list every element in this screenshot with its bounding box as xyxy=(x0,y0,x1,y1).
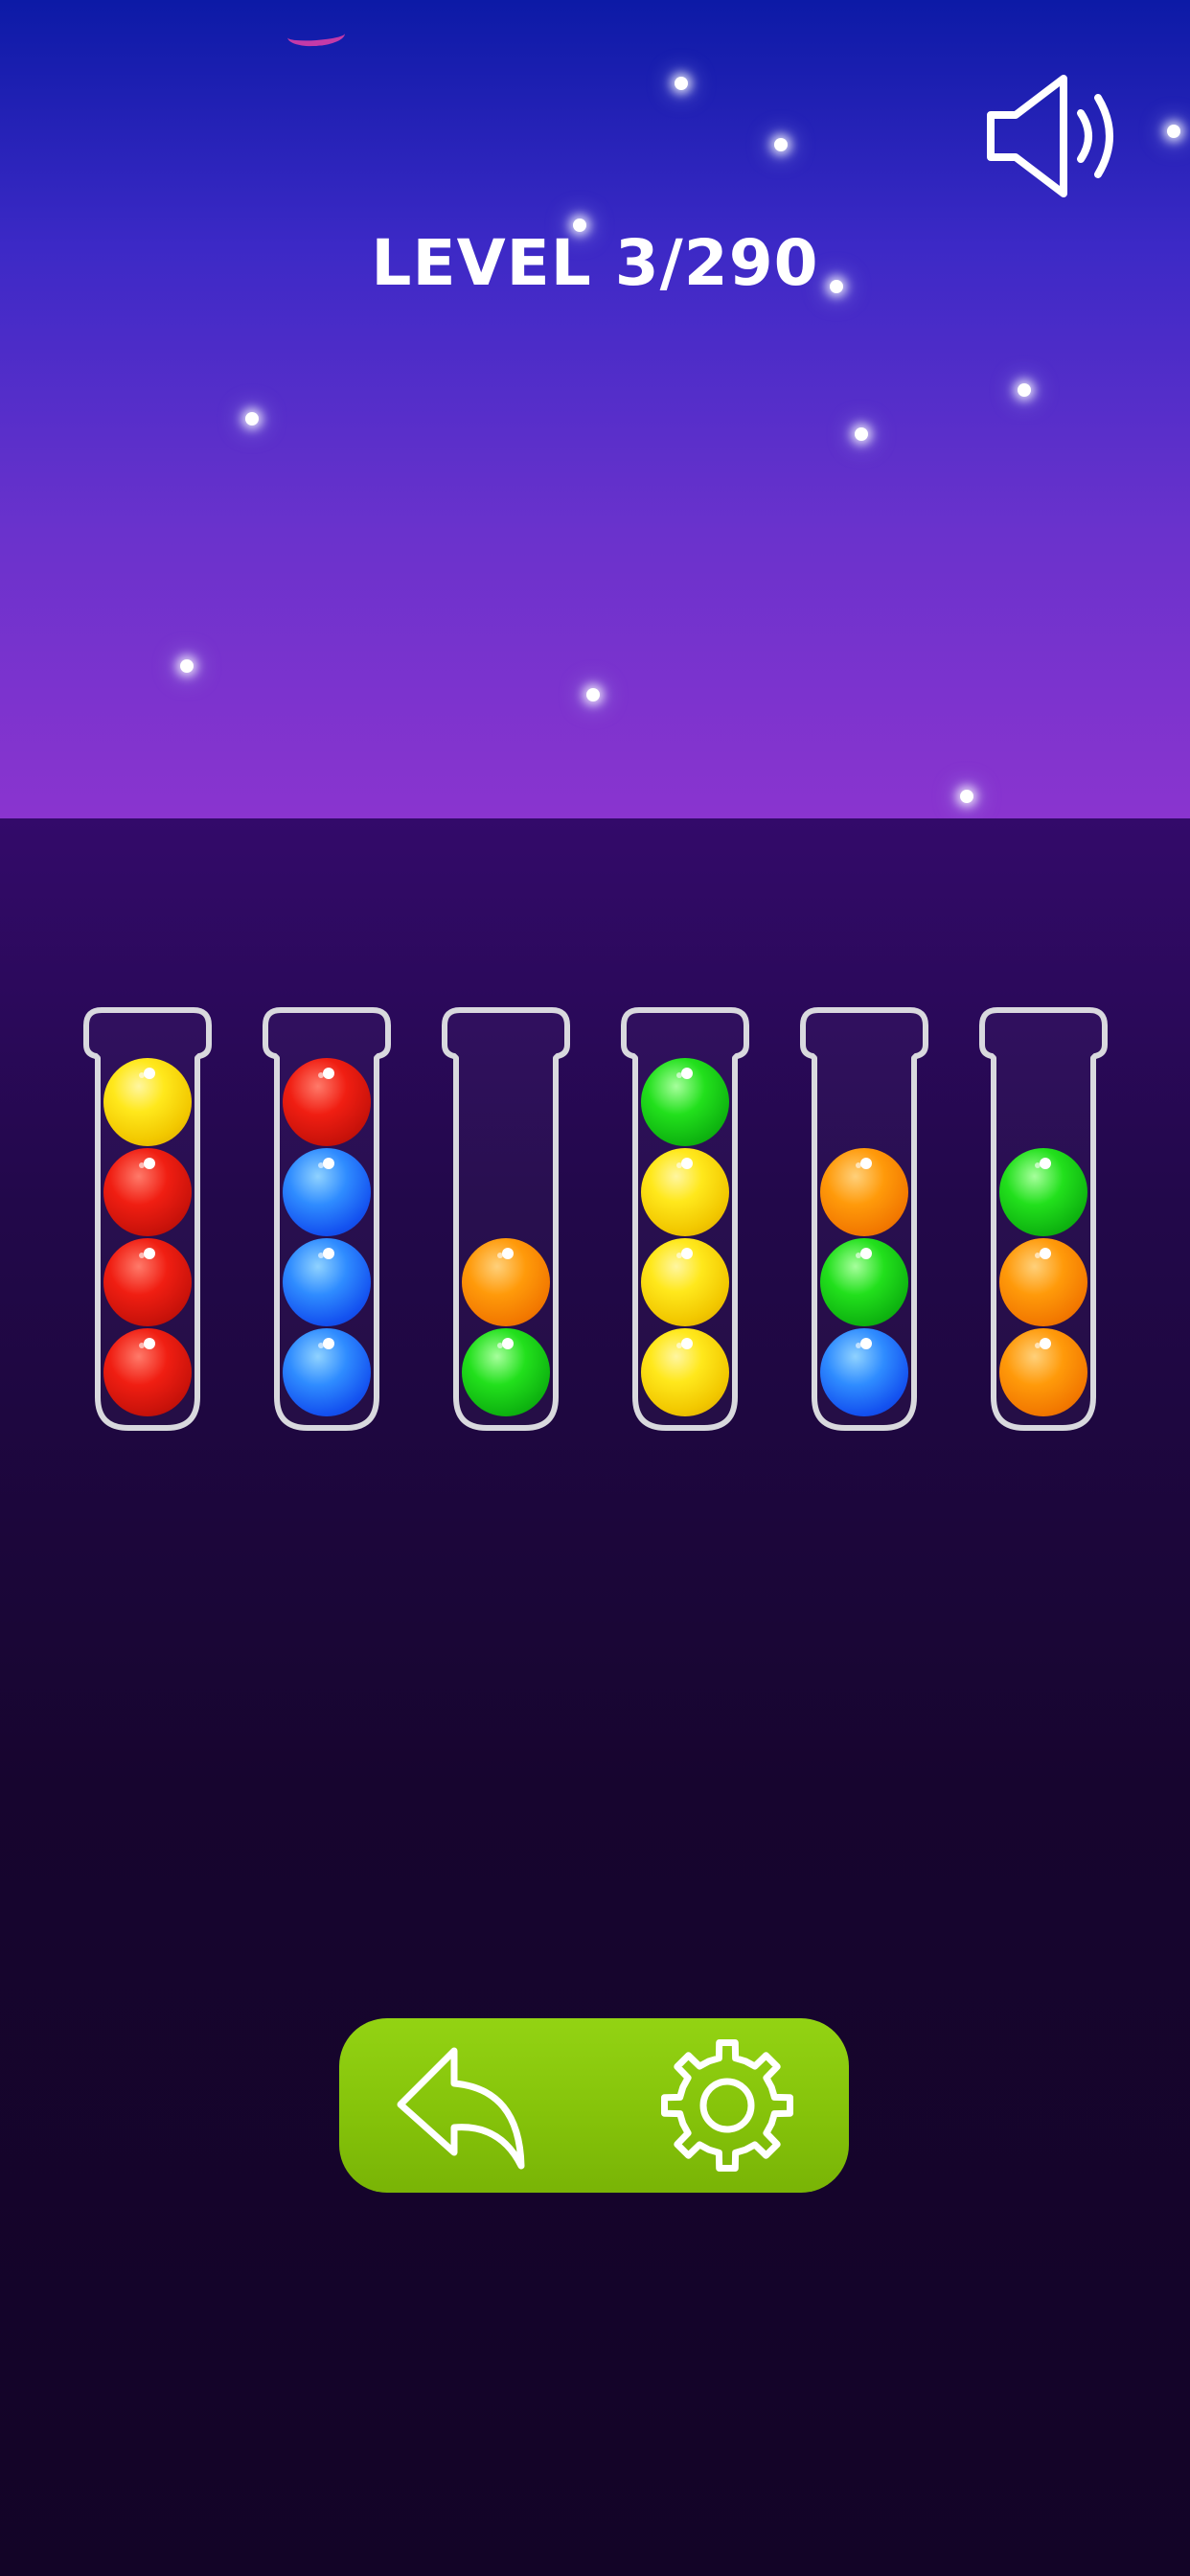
tube-4[interactable] xyxy=(618,1006,752,1434)
tube-6[interactable] xyxy=(976,1006,1110,1434)
ball-highlight xyxy=(144,1248,155,1259)
ball-highlight xyxy=(1040,1248,1051,1259)
star xyxy=(180,659,194,673)
ball-highlight xyxy=(323,1248,334,1259)
green-ball[interactable] xyxy=(820,1238,908,1326)
ball-highlight xyxy=(323,1338,334,1349)
star xyxy=(675,77,688,90)
yellow-ball[interactable] xyxy=(641,1328,729,1416)
tube-3[interactable] xyxy=(439,1006,573,1434)
star xyxy=(774,138,788,151)
blue-ball[interactable] xyxy=(820,1328,908,1416)
orange-ball[interactable] xyxy=(999,1328,1087,1416)
star xyxy=(960,790,973,803)
ball-highlight xyxy=(860,1338,872,1349)
settings-button[interactable] xyxy=(655,2037,799,2174)
moon-sliver-decoration xyxy=(286,22,346,49)
star xyxy=(586,688,600,702)
ball-highlight xyxy=(502,1338,514,1349)
ball-highlight xyxy=(860,1158,872,1169)
tube-2[interactable] xyxy=(260,1006,394,1434)
ball-highlight xyxy=(1040,1158,1051,1169)
ball-highlight xyxy=(681,1338,693,1349)
ball-highlight xyxy=(144,1068,155,1079)
ball-highlight xyxy=(144,1158,155,1169)
ball-highlight xyxy=(860,1248,872,1259)
ball-highlight xyxy=(1040,1338,1051,1349)
tube-5[interactable] xyxy=(797,1006,931,1434)
green-ball[interactable] xyxy=(641,1058,729,1146)
green-ball[interactable] xyxy=(462,1328,550,1416)
ball-highlight xyxy=(502,1248,514,1259)
level-title: LEVEL 3/290 xyxy=(371,226,819,300)
ball-highlight xyxy=(144,1338,155,1349)
green-ball[interactable] xyxy=(999,1148,1087,1236)
yellow-ball[interactable] xyxy=(641,1238,729,1326)
yellow-ball[interactable] xyxy=(641,1148,729,1236)
orange-ball[interactable] xyxy=(462,1238,550,1326)
ball-highlight xyxy=(323,1068,334,1079)
star xyxy=(245,412,259,426)
red-ball[interactable] xyxy=(103,1148,192,1236)
blue-ball[interactable] xyxy=(283,1238,371,1326)
red-ball[interactable] xyxy=(103,1328,192,1416)
red-ball[interactable] xyxy=(283,1058,371,1146)
blue-ball[interactable] xyxy=(283,1328,371,1416)
ball-highlight xyxy=(681,1158,693,1169)
ball-highlight xyxy=(323,1158,334,1169)
undo-icon xyxy=(397,2047,525,2170)
red-ball[interactable] xyxy=(103,1238,192,1326)
speaker-icon xyxy=(987,75,1113,197)
ball-highlight xyxy=(681,1068,693,1079)
yellow-ball[interactable] xyxy=(103,1058,192,1146)
star xyxy=(855,427,868,441)
gear-icon xyxy=(661,2039,793,2172)
orange-ball[interactable] xyxy=(999,1238,1087,1326)
blue-ball[interactable] xyxy=(283,1148,371,1236)
orange-ball[interactable] xyxy=(820,1148,908,1236)
bottom-controls-panel xyxy=(339,2018,849,2193)
sound-toggle-button[interactable] xyxy=(977,69,1131,203)
star xyxy=(1167,125,1180,138)
tube-1[interactable] xyxy=(80,1006,215,1434)
ball-highlight xyxy=(681,1248,693,1259)
star xyxy=(1018,383,1031,397)
undo-button[interactable] xyxy=(387,2037,531,2174)
